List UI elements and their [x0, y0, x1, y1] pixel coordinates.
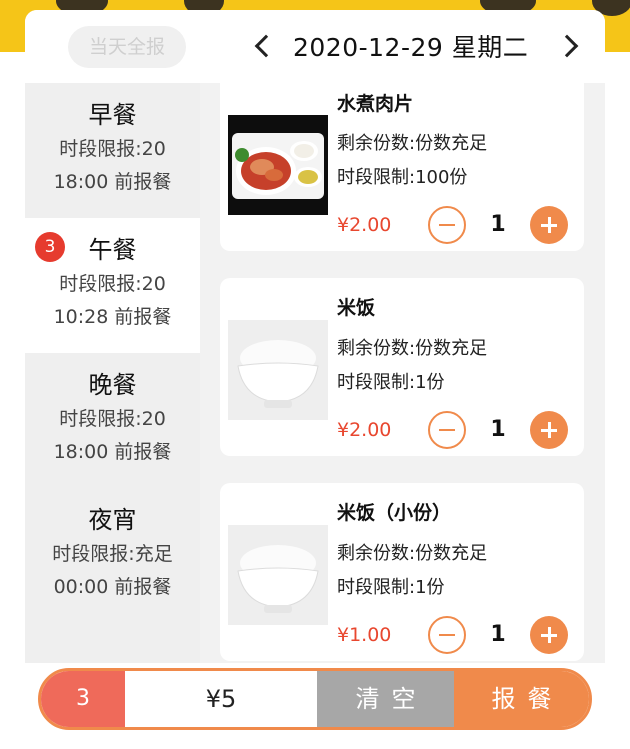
dish-remaining: 剩余份数:份数充足 [337, 338, 488, 359]
dish-remaining: 剩余份数:份数充足 [337, 543, 488, 564]
total-amount: ¥5 [125, 671, 317, 727]
decrease-quantity-button[interactable] [428, 616, 466, 654]
dish-card: 米饭 剩余份数:份数充足 时段限制:1份 ¥2.00 1 [220, 278, 584, 456]
decrease-quantity-button[interactable] [428, 411, 466, 449]
date-label: 2020-12-29 星期二 [293, 33, 529, 62]
dish-limit: 时段限制:100份 [337, 167, 468, 188]
dish-list[interactable]: 水煮肉片 剩余份数:份数充足 时段限制:100份 ¥2.00 1 米饭 剩余份数… [200, 73, 605, 663]
dish-image-rice [228, 320, 328, 420]
chevron-right-icon [555, 34, 579, 58]
next-day-button[interactable] [555, 24, 585, 68]
dish-limit: 时段限制:1份 [337, 577, 445, 598]
decrease-quantity-button[interactable] [428, 206, 466, 244]
sidebar-item-dinner[interactable]: 晚餐 时段限报:20 18:00 前报餐 [25, 353, 200, 488]
increase-quantity-button[interactable] [530, 616, 568, 654]
quantity-value: 1 [490, 417, 506, 442]
dish-card: 米饭（小份） 剩余份数:份数充足 时段限制:1份 ¥1.00 1 [220, 483, 584, 661]
order-footer: 3 ¥5 清空 报餐 [25, 663, 605, 739]
sidebar-item-late-night[interactable]: 夜宵 时段限报:充足 00:00 前报餐 [25, 488, 200, 623]
meal-period-sidebar: 早餐 时段限报:20 18:00 前报餐 3 午餐 时段限报:20 10:28 … [25, 83, 200, 663]
dish-name: 米饭（小份） [337, 502, 452, 524]
meal-deadline: 10:28 前报餐 [53, 306, 172, 328]
meal-name: 夜宵 [88, 506, 137, 534]
meal-name: 早餐 [88, 101, 137, 129]
clear-button[interactable]: 清空 [317, 671, 454, 727]
dish-image-rice-small [228, 525, 328, 625]
dish-name: 米饭 [337, 297, 376, 319]
meal-order-panel: 当天全报 2020-12-29 星期二 早餐 时段限报:20 18:00 前报餐… [25, 10, 605, 739]
meal-name: 晚餐 [88, 371, 137, 399]
increase-quantity-button[interactable] [530, 206, 568, 244]
dish-image-boiled-pork [228, 115, 328, 215]
meal-deadline: 18:00 前报餐 [53, 441, 172, 463]
submit-order-button[interactable]: 报餐 [454, 671, 589, 727]
dish-remaining: 剩余份数:份数充足 [337, 133, 488, 154]
order-summary-bar: 3 ¥5 清空 报餐 [38, 668, 592, 730]
dish-price: ¥1.00 [337, 624, 392, 646]
meal-limit: 时段限报:20 [59, 408, 166, 430]
sidebar-item-breakfast[interactable]: 早餐 时段限报:20 18:00 前报餐 [25, 83, 200, 218]
meal-limit: 时段限报:20 [59, 273, 166, 295]
sidebar-item-lunch[interactable]: 3 午餐 时段限报:20 10:28 前报餐 [25, 218, 200, 353]
quantity-value: 1 [490, 212, 506, 237]
dish-price: ¥2.00 [337, 214, 392, 236]
quantity-value: 1 [490, 622, 506, 647]
dish-price: ¥2.00 [337, 419, 392, 441]
selected-count: 3 [41, 671, 125, 727]
meal-deadline: 00:00 前报餐 [53, 576, 172, 598]
previous-day-button[interactable] [248, 24, 278, 68]
meal-limit: 时段限报:20 [59, 138, 166, 160]
order-count-badge: 3 [35, 232, 65, 262]
chevron-left-icon [254, 34, 278, 58]
dish-card: 水煮肉片 剩余份数:份数充足 时段限制:100份 ¥2.00 1 [220, 73, 584, 251]
order-all-day-button[interactable]: 当天全报 [68, 26, 186, 68]
dish-name: 水煮肉片 [337, 93, 414, 115]
increase-quantity-button[interactable] [530, 411, 568, 449]
meal-deadline: 18:00 前报餐 [53, 171, 172, 193]
meal-limit: 时段限报:充足 [52, 543, 173, 565]
dish-limit: 时段限制:1份 [337, 372, 445, 393]
